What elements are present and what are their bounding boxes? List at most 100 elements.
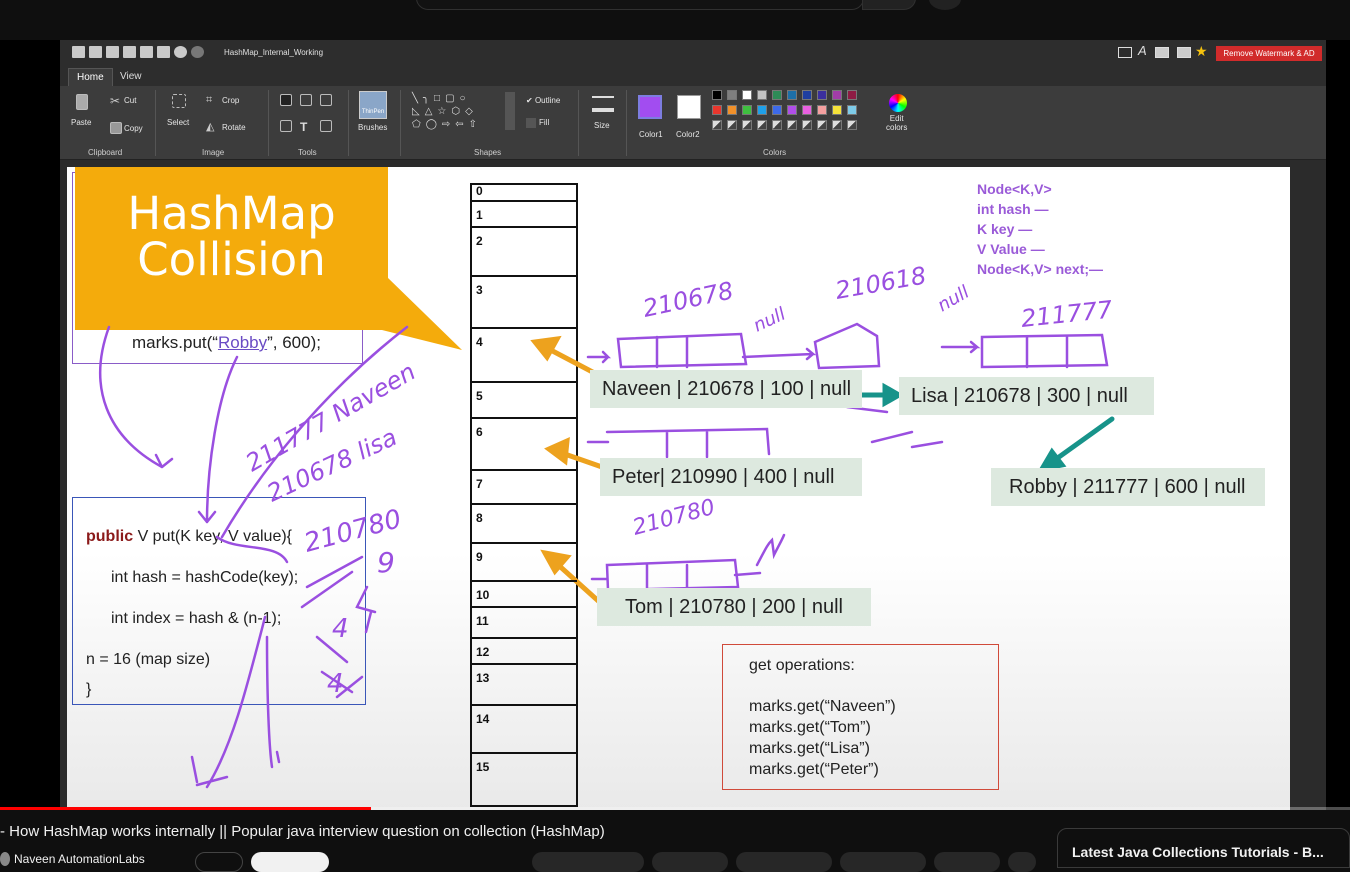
custom-color-slot[interactable] — [712, 120, 722, 130]
redo-icon[interactable] — [191, 46, 204, 58]
font-icon[interactable]: A — [1138, 43, 1152, 58]
bucket-icon[interactable] — [280, 120, 292, 132]
custom-color-slot[interactable] — [847, 120, 857, 130]
channel-name[interactable]: Naveen AutomationLabs — [14, 852, 145, 866]
fill-option[interactable]: Fill — [526, 118, 549, 128]
star-icon[interactable]: ★ — [1195, 43, 1209, 59]
search-input[interactable] — [416, 0, 864, 10]
like-dislike-button[interactable] — [532, 852, 644, 872]
custom-color-slot[interactable] — [742, 120, 752, 130]
scissors-icon[interactable] — [140, 46, 153, 58]
custom-color-slot[interactable] — [802, 120, 812, 130]
bucket-index: 15 — [476, 760, 490, 774]
paste-button[interactable]: Paste — [71, 118, 91, 127]
custom-color-slot[interactable] — [787, 120, 797, 130]
new-file-icon[interactable] — [72, 46, 85, 58]
palette-swatch[interactable] — [802, 105, 812, 115]
copy-button[interactable]: Copy — [124, 124, 143, 133]
bucket-divider — [470, 469, 577, 471]
window-icon[interactable] — [1118, 47, 1132, 58]
tab-view[interactable]: View — [112, 68, 150, 86]
pencil-icon[interactable] — [280, 94, 292, 106]
shapes-scroll[interactable] — [505, 92, 515, 130]
cut-button[interactable]: Cut — [124, 96, 136, 105]
clip-button[interactable] — [934, 852, 1000, 872]
picker-icon[interactable] — [320, 120, 332, 132]
video-info: - How HashMap works internally || Popula… — [0, 810, 1350, 872]
color1-swatch[interactable] — [638, 95, 662, 119]
printer-icon[interactable] — [1155, 47, 1169, 58]
video-player[interactable]: HashMap_Internal_Working A ★ Remove Wate… — [0, 40, 1350, 810]
size-button[interactable]: Size — [594, 121, 610, 130]
color2-swatch[interactable] — [677, 95, 701, 119]
color2-label[interactable]: Color2 — [676, 130, 700, 139]
thanks-button[interactable] — [840, 852, 926, 872]
tab-home[interactable]: Home — [68, 68, 113, 86]
palette-swatch[interactable] — [757, 105, 767, 115]
crop-button[interactable]: Crop — [222, 96, 239, 105]
scissors-icon: ✂ — [110, 94, 121, 108]
bucket-index: 2 — [476, 234, 483, 248]
fill-icon[interactable] — [300, 94, 312, 106]
custom-color-slot[interactable] — [832, 120, 842, 130]
brush-preview[interactable]: ThinPen — [359, 91, 387, 119]
palette-swatch[interactable] — [772, 90, 782, 100]
rotate-icon: ◭ — [206, 121, 215, 133]
palette-swatch[interactable] — [712, 90, 722, 100]
shapes-gallery[interactable]: ╲╮□▢○ ◺△☆⬡◇ ⬠◯⇨⇦⇧ — [412, 92, 502, 132]
tools-group-label: Tools — [298, 148, 317, 157]
palette-swatch[interactable] — [742, 90, 752, 100]
palette-swatch[interactable] — [817, 105, 827, 115]
rotate-button[interactable]: Rotate — [222, 123, 246, 132]
palette-swatch[interactable] — [847, 105, 857, 115]
subscribe-button[interactable] — [251, 852, 329, 872]
brushes-button[interactable]: Brushes — [358, 123, 387, 132]
share-button[interactable] — [652, 852, 728, 872]
palette-swatch[interactable] — [832, 90, 842, 100]
voice-search-button[interactable] — [929, 0, 961, 10]
playlist-card[interactable]: Latest Java Collections Tutorials - B... — [1057, 828, 1350, 868]
mail-icon[interactable] — [1177, 47, 1191, 58]
palette-swatch[interactable] — [787, 90, 797, 100]
eraser-icon[interactable] — [320, 94, 332, 106]
palette-swatch[interactable] — [772, 105, 782, 115]
palette-swatch[interactable] — [832, 105, 842, 115]
bucket-divider — [470, 606, 577, 608]
paint-canvas[interactable]: marks.put(“Robby”, 600); HashMap Collisio… — [67, 167, 1290, 810]
custom-color-slot[interactable] — [727, 120, 737, 130]
node-class-line: K key — — [977, 221, 1033, 237]
print-icon[interactable] — [123, 46, 136, 58]
paste-icon[interactable] — [157, 46, 170, 58]
join-button[interactable] — [195, 852, 243, 872]
palette-swatch[interactable] — [847, 90, 857, 100]
outline-option[interactable]: ✔ Outline — [526, 96, 560, 105]
palette-swatch[interactable] — [802, 90, 812, 100]
palette-swatch[interactable] — [787, 105, 797, 115]
save-icon[interactable] — [106, 46, 119, 58]
color1-label[interactable]: Color1 — [639, 130, 663, 139]
edit-colors-button[interactable]: Edit colors — [886, 114, 907, 132]
playlist-title[interactable]: Latest Java Collections Tutorials - B... — [1072, 844, 1324, 860]
bucket-divider — [470, 275, 577, 277]
custom-color-slot[interactable] — [817, 120, 827, 130]
bucket-divider — [470, 503, 577, 505]
palette-swatch[interactable] — [742, 105, 752, 115]
search-button[interactable] — [862, 0, 916, 10]
bucket-index: 9 — [476, 550, 483, 564]
custom-color-slot[interactable] — [772, 120, 782, 130]
remove-watermark-button[interactable]: Remove Watermark & AD — [1216, 46, 1322, 61]
palette-swatch[interactable] — [727, 90, 737, 100]
palette-swatch[interactable] — [727, 105, 737, 115]
custom-color-slot[interactable] — [757, 120, 767, 130]
open-folder-icon[interactable] — [89, 46, 102, 58]
text-icon[interactable]: T — [300, 120, 312, 134]
channel-avatar[interactable] — [0, 852, 10, 866]
undo-icon[interactable] — [174, 46, 187, 58]
more-button[interactable] — [1008, 852, 1036, 872]
palette-swatch[interactable] — [757, 90, 767, 100]
download-button[interactable] — [736, 852, 832, 872]
bucket-divider — [470, 226, 577, 228]
palette-swatch[interactable] — [712, 105, 722, 115]
palette-swatch[interactable] — [817, 90, 827, 100]
select-button[interactable]: Select — [167, 118, 189, 127]
